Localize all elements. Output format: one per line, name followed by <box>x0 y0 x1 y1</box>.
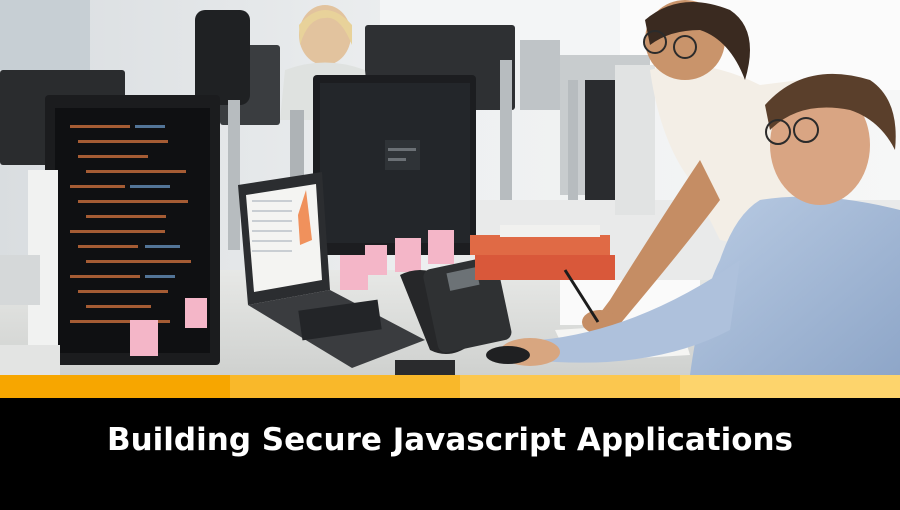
article-banner: Building Secure Javascript Applications <box>0 0 900 510</box>
hero-photo <box>0 0 900 375</box>
accent-stripe-segment <box>230 375 460 398</box>
banner-title: Building Secure Javascript Applications <box>106 422 794 458</box>
accent-stripe <box>0 375 900 398</box>
monitor-icon <box>45 95 220 365</box>
accent-stripe-segment <box>680 375 900 398</box>
title-bar: Building Secure Javascript Applications <box>0 398 900 510</box>
accent-stripe-segment <box>0 375 230 398</box>
accent-stripe-segment <box>460 375 680 398</box>
